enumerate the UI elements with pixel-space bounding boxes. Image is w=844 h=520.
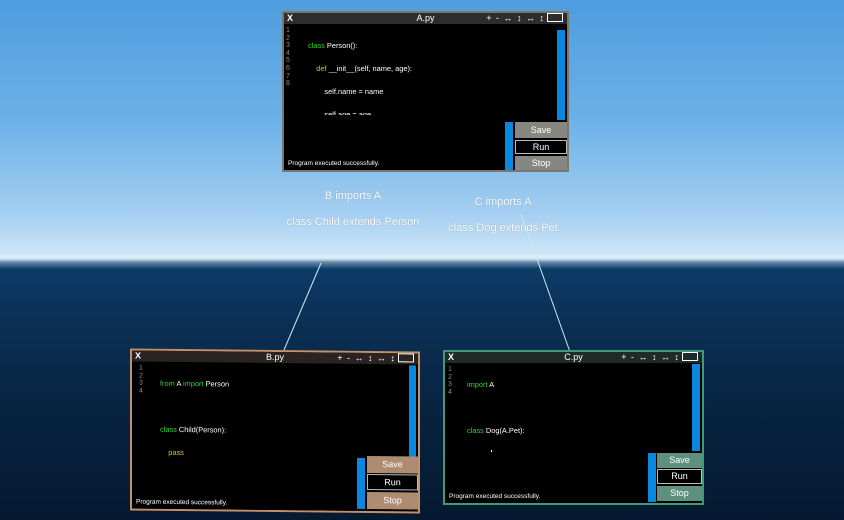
titlebar[interactable]: X C.py + - ↔ ↕ ↔ ↕ xyxy=(445,352,702,363)
code-line: def __init__(self, name, age): xyxy=(316,63,412,73)
save-button[interactable]: Save xyxy=(367,455,418,474)
code-scrollbar[interactable] xyxy=(409,365,416,459)
line-numbers: 1 2 3 4 xyxy=(448,366,452,396)
code-line: self.age = age xyxy=(308,109,372,115)
save-button[interactable]: Save xyxy=(515,122,567,138)
line-number: 1 xyxy=(139,364,143,372)
line-numbers: 1 2 3 4 xyxy=(139,365,143,395)
code-editor[interactable]: 1 2 3 4 5 6 7 8 class Person(): def __in… xyxy=(284,25,556,115)
line-number: 5 xyxy=(286,57,290,65)
window-tools[interactable]: + - ↔ ↕ ↔ ↕ xyxy=(621,352,698,363)
output-scrollbar[interactable] xyxy=(648,453,656,502)
keyboard-icon[interactable] xyxy=(547,13,563,23)
code-line: self.name = name xyxy=(308,86,384,96)
line-number: 1 xyxy=(286,27,290,34)
link-label-c-line2: class Dog extends Pet xyxy=(448,222,558,234)
code-line: class Child(Person): xyxy=(160,424,227,435)
line-number: 6 xyxy=(286,64,290,72)
code-line: pass xyxy=(168,447,184,457)
code-line: from A import Person xyxy=(160,378,230,389)
output-panel: Program executed successfully. xyxy=(446,453,647,503)
output-message: Program executed successfully. xyxy=(288,160,380,167)
code-scrollbar[interactable] xyxy=(692,364,700,451)
resize-tools-icon[interactable]: + - ↔ ↕ ↔ ↕ xyxy=(486,13,545,23)
resize-tools-icon[interactable]: + - ↔ ↕ ↔ ↕ xyxy=(621,352,680,362)
window-tools[interactable]: + - ↔ ↕ ↔ ↕ xyxy=(486,13,563,24)
code-scrollbar[interactable] xyxy=(557,30,565,120)
line-number: 7 xyxy=(286,72,290,80)
editor-window-b[interactable]: X B.py + - ↔ ↕ ↔ ↕ 1 2 3 4 from A import… xyxy=(130,348,420,514)
link-a-to-b xyxy=(283,262,322,351)
link-label-b-line1: B imports A xyxy=(324,190,382,202)
run-button[interactable]: Run xyxy=(515,140,567,154)
line-number: 1 xyxy=(448,366,452,373)
stop-button[interactable]: Stop xyxy=(515,156,567,170)
code-lines[interactable]: from A import Person class Child(Person)… xyxy=(160,365,229,460)
link-label-c-line1: C imports A xyxy=(474,196,532,208)
keyboard-icon[interactable] xyxy=(682,352,698,362)
line-number: 3 xyxy=(139,379,143,387)
save-button[interactable]: Save xyxy=(657,453,702,468)
output-scrollbar[interactable] xyxy=(505,122,513,170)
editor-window-c[interactable]: X C.py + - ↔ ↕ ↔ ↕ 1 2 3 4 import A clas… xyxy=(443,350,704,505)
line-number: 3 xyxy=(286,42,290,50)
line-number: 2 xyxy=(286,34,290,42)
link-label-c: C imports A class Dog extends Pet xyxy=(447,183,559,248)
window-tools[interactable]: + - ↔ ↕ ↔ ↕ xyxy=(337,353,414,365)
titlebar[interactable]: X A.py + - ↔ ↕ ↔ ↕ xyxy=(284,13,567,24)
stop-button[interactable]: Stop xyxy=(657,486,702,501)
line-numbers: 1 2 3 4 5 6 7 8 xyxy=(286,27,290,88)
output-message: Program executed successfully. xyxy=(449,493,541,500)
output-panel: Program executed successfully. xyxy=(285,120,503,170)
code-line: class Person(): xyxy=(308,41,358,51)
stop-button[interactable]: Stop xyxy=(367,491,418,510)
code-line: pass xyxy=(467,449,525,452)
line-number: 8 xyxy=(286,80,290,88)
run-button[interactable]: Run xyxy=(657,469,702,484)
output-message: Program executed successfully. xyxy=(136,498,228,507)
line-number: 4 xyxy=(448,388,452,396)
editor-window-a[interactable]: X A.py + - ↔ ↕ ↔ ↕ 1 2 3 4 5 6 7 8 class… xyxy=(282,11,569,172)
link-label-b: B imports A class Child extends Person xyxy=(283,177,423,242)
keyboard-icon[interactable] xyxy=(398,353,414,363)
output-scrollbar[interactable] xyxy=(357,457,365,509)
code-lines[interactable]: class Person(): def __init__(self, name,… xyxy=(308,27,412,115)
resize-tools-icon[interactable]: + - ↔ ↕ ↔ ↕ xyxy=(337,353,396,364)
run-button[interactable]: Run xyxy=(367,473,418,491)
output-panel: Program executed successfully. xyxy=(133,457,355,511)
line-number: 3 xyxy=(448,381,452,389)
link-label-b-line2: class Child extends Person xyxy=(286,216,420,228)
code-editor[interactable]: 1 2 3 4 from A import Person class Child… xyxy=(132,362,408,460)
code-line: import A xyxy=(467,380,495,390)
line-number: 2 xyxy=(139,372,143,380)
line-number: 4 xyxy=(286,49,290,57)
text-cursor xyxy=(490,450,492,452)
line-number: 4 xyxy=(139,387,143,395)
code-lines[interactable]: import A class Dog(A.Pet): pass xyxy=(467,366,525,452)
line-number: 2 xyxy=(448,373,452,381)
code-editor[interactable]: 1 2 3 4 import A class Dog(A.Pet): pass xyxy=(445,364,691,452)
code-line: class Dog(A.Pet): xyxy=(467,425,525,435)
